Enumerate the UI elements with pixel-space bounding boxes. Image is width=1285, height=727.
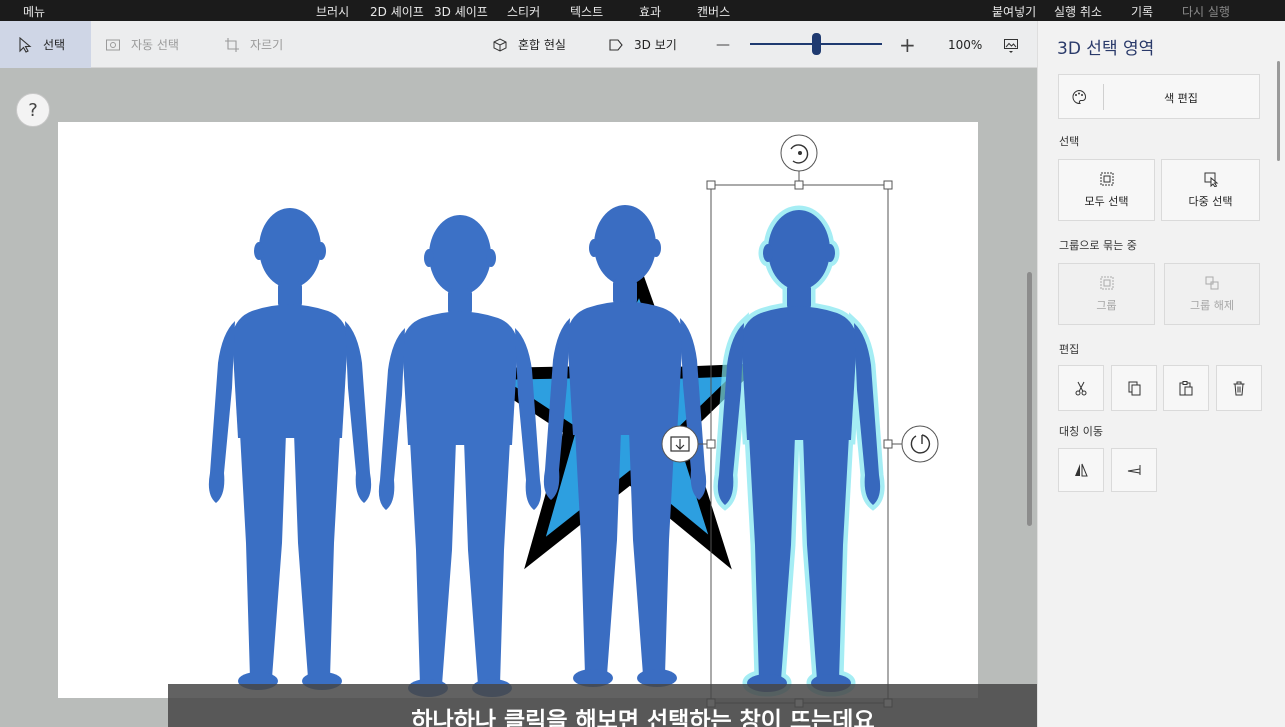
palette-icon	[1072, 89, 1087, 105]
mixed-reality-icon	[493, 37, 507, 52]
delete-button[interactable]	[1216, 365, 1262, 411]
crop-button[interactable]: 자르기	[224, 21, 283, 68]
depth-icon[interactable]	[661, 425, 699, 463]
copy-icon	[1128, 381, 1141, 396]
multi-select-icon	[1204, 172, 1218, 187]
magic-select-button[interactable]: 자동 선택	[105, 21, 179, 68]
select-all-label: 모두 선택	[1084, 195, 1129, 208]
tab-stickers[interactable]: 스티커	[507, 3, 540, 20]
tab-2d-shapes[interactable]: 2D 셰이프	[370, 3, 424, 20]
trash-icon	[1233, 381, 1245, 396]
paste-button[interactable]: 붙여넣기	[992, 3, 1036, 20]
select-all-button[interactable]: 모두 선택	[1058, 159, 1155, 221]
image-options-button[interactable]	[1003, 21, 1019, 68]
group-button[interactable]: 그룹	[1058, 263, 1155, 325]
flip-horizontal-icon	[1075, 463, 1088, 477]
flip-horizontal-button[interactable]	[1058, 448, 1104, 492]
mirror-section-label: 대칭 이동	[1059, 425, 1103, 438]
view-3d-button[interactable]: 3D 보기	[608, 21, 677, 68]
group-section-label: 그룹으로 묶는 중	[1059, 239, 1137, 252]
rotate-icon[interactable]	[780, 134, 818, 172]
view-3d-icon	[609, 38, 623, 51]
cut-icon	[1075, 381, 1087, 396]
group-icon	[1100, 276, 1113, 290]
help-button[interactable]: ?	[16, 93, 50, 127]
ungroup-button[interactable]: 그룹 해제	[1164, 263, 1260, 325]
tilt-icon[interactable]	[901, 425, 939, 463]
mixed-reality-label: 혼합 현실	[518, 38, 566, 52]
canvas-scrollbar[interactable]	[1027, 272, 1032, 526]
video-caption: 하나하나 클릭을 해보면 선택하는 창이 뜨는데요	[168, 684, 1118, 727]
resize-handle-top-right[interactable]	[883, 180, 893, 190]
select-tool-label: 선택	[43, 38, 66, 52]
side-panel: 3D 선택 영역 색 편집 선택 모두 선택 다중 선택 그룹으로 묶는 중 그…	[1037, 21, 1285, 727]
mixed-reality-button[interactable]: 혼합 현실	[492, 21, 566, 68]
zoom-level[interactable]: 100%	[948, 21, 982, 68]
toolbar: 선택 자동 선택 자르기 혼합 현실 3D 보기 — + 100%	[0, 21, 1037, 68]
edit-section-label: 편집	[1059, 343, 1080, 356]
redo-button[interactable]: 다시 실행	[1182, 3, 1230, 20]
tab-3d-shapes[interactable]: 3D 셰이프	[434, 3, 488, 20]
edit-color-button[interactable]: 색 편집	[1058, 74, 1260, 119]
resize-handle-right[interactable]	[883, 439, 893, 449]
history-button[interactable]: 기록	[1131, 3, 1153, 20]
zoom-slider-thumb[interactable]	[811, 33, 821, 55]
tab-effects[interactable]: 효과	[639, 3, 661, 20]
flip-vertical-button[interactable]	[1111, 448, 1157, 492]
select-section-label: 선택	[1059, 135, 1080, 148]
copy-button[interactable]	[1111, 365, 1157, 411]
crop-label: 자르기	[250, 38, 284, 52]
ungroup-label: 그룹 해제	[1190, 299, 1234, 312]
resize-handle-top[interactable]	[794, 180, 804, 190]
magic-select-icon	[106, 39, 120, 50]
select-all-icon	[1100, 172, 1113, 186]
magic-select-label: 자동 선택	[131, 38, 179, 52]
flip-vertical-icon	[1127, 465, 1141, 475]
multi-select-button[interactable]: 다중 선택	[1161, 159, 1260, 221]
paste-clipboard-button[interactable]	[1163, 365, 1209, 411]
select-tool-button[interactable]: 선택	[0, 21, 91, 68]
tab-text[interactable]: 텍스트	[570, 3, 603, 20]
menu-bar: 메뉴 브러시 2D 셰이프 3D 셰이프 스티커 텍스트 효과 캔버스 붙여넣기…	[0, 0, 1285, 21]
panel-title: 3D 선택 영역	[1057, 39, 1155, 59]
edit-color-label: 색 편집	[1164, 92, 1198, 105]
panel-scrollbar[interactable]	[1277, 61, 1280, 161]
multi-select-label: 다중 선택	[1188, 195, 1233, 208]
crop-icon	[225, 37, 239, 52]
image-icon	[1004, 38, 1018, 53]
tab-canvas[interactable]: 캔버스	[697, 3, 730, 20]
cursor-icon	[19, 36, 32, 53]
menu-button[interactable]: 메뉴	[23, 3, 45, 20]
group-label: 그룹	[1096, 299, 1117, 312]
undo-button[interactable]: 실행 취소	[1054, 3, 1102, 20]
tab-brushes[interactable]: 브러시	[316, 3, 349, 20]
paste-icon	[1179, 381, 1193, 396]
cut-button[interactable]	[1058, 365, 1104, 411]
view-3d-label: 3D 보기	[634, 38, 677, 52]
zoom-in-button[interactable]: +	[899, 21, 916, 68]
resize-handle-left[interactable]	[706, 439, 716, 449]
zoom-out-button[interactable]: —	[716, 21, 730, 68]
resize-handle-top-left[interactable]	[706, 180, 716, 190]
ungroup-icon	[1205, 276, 1219, 290]
